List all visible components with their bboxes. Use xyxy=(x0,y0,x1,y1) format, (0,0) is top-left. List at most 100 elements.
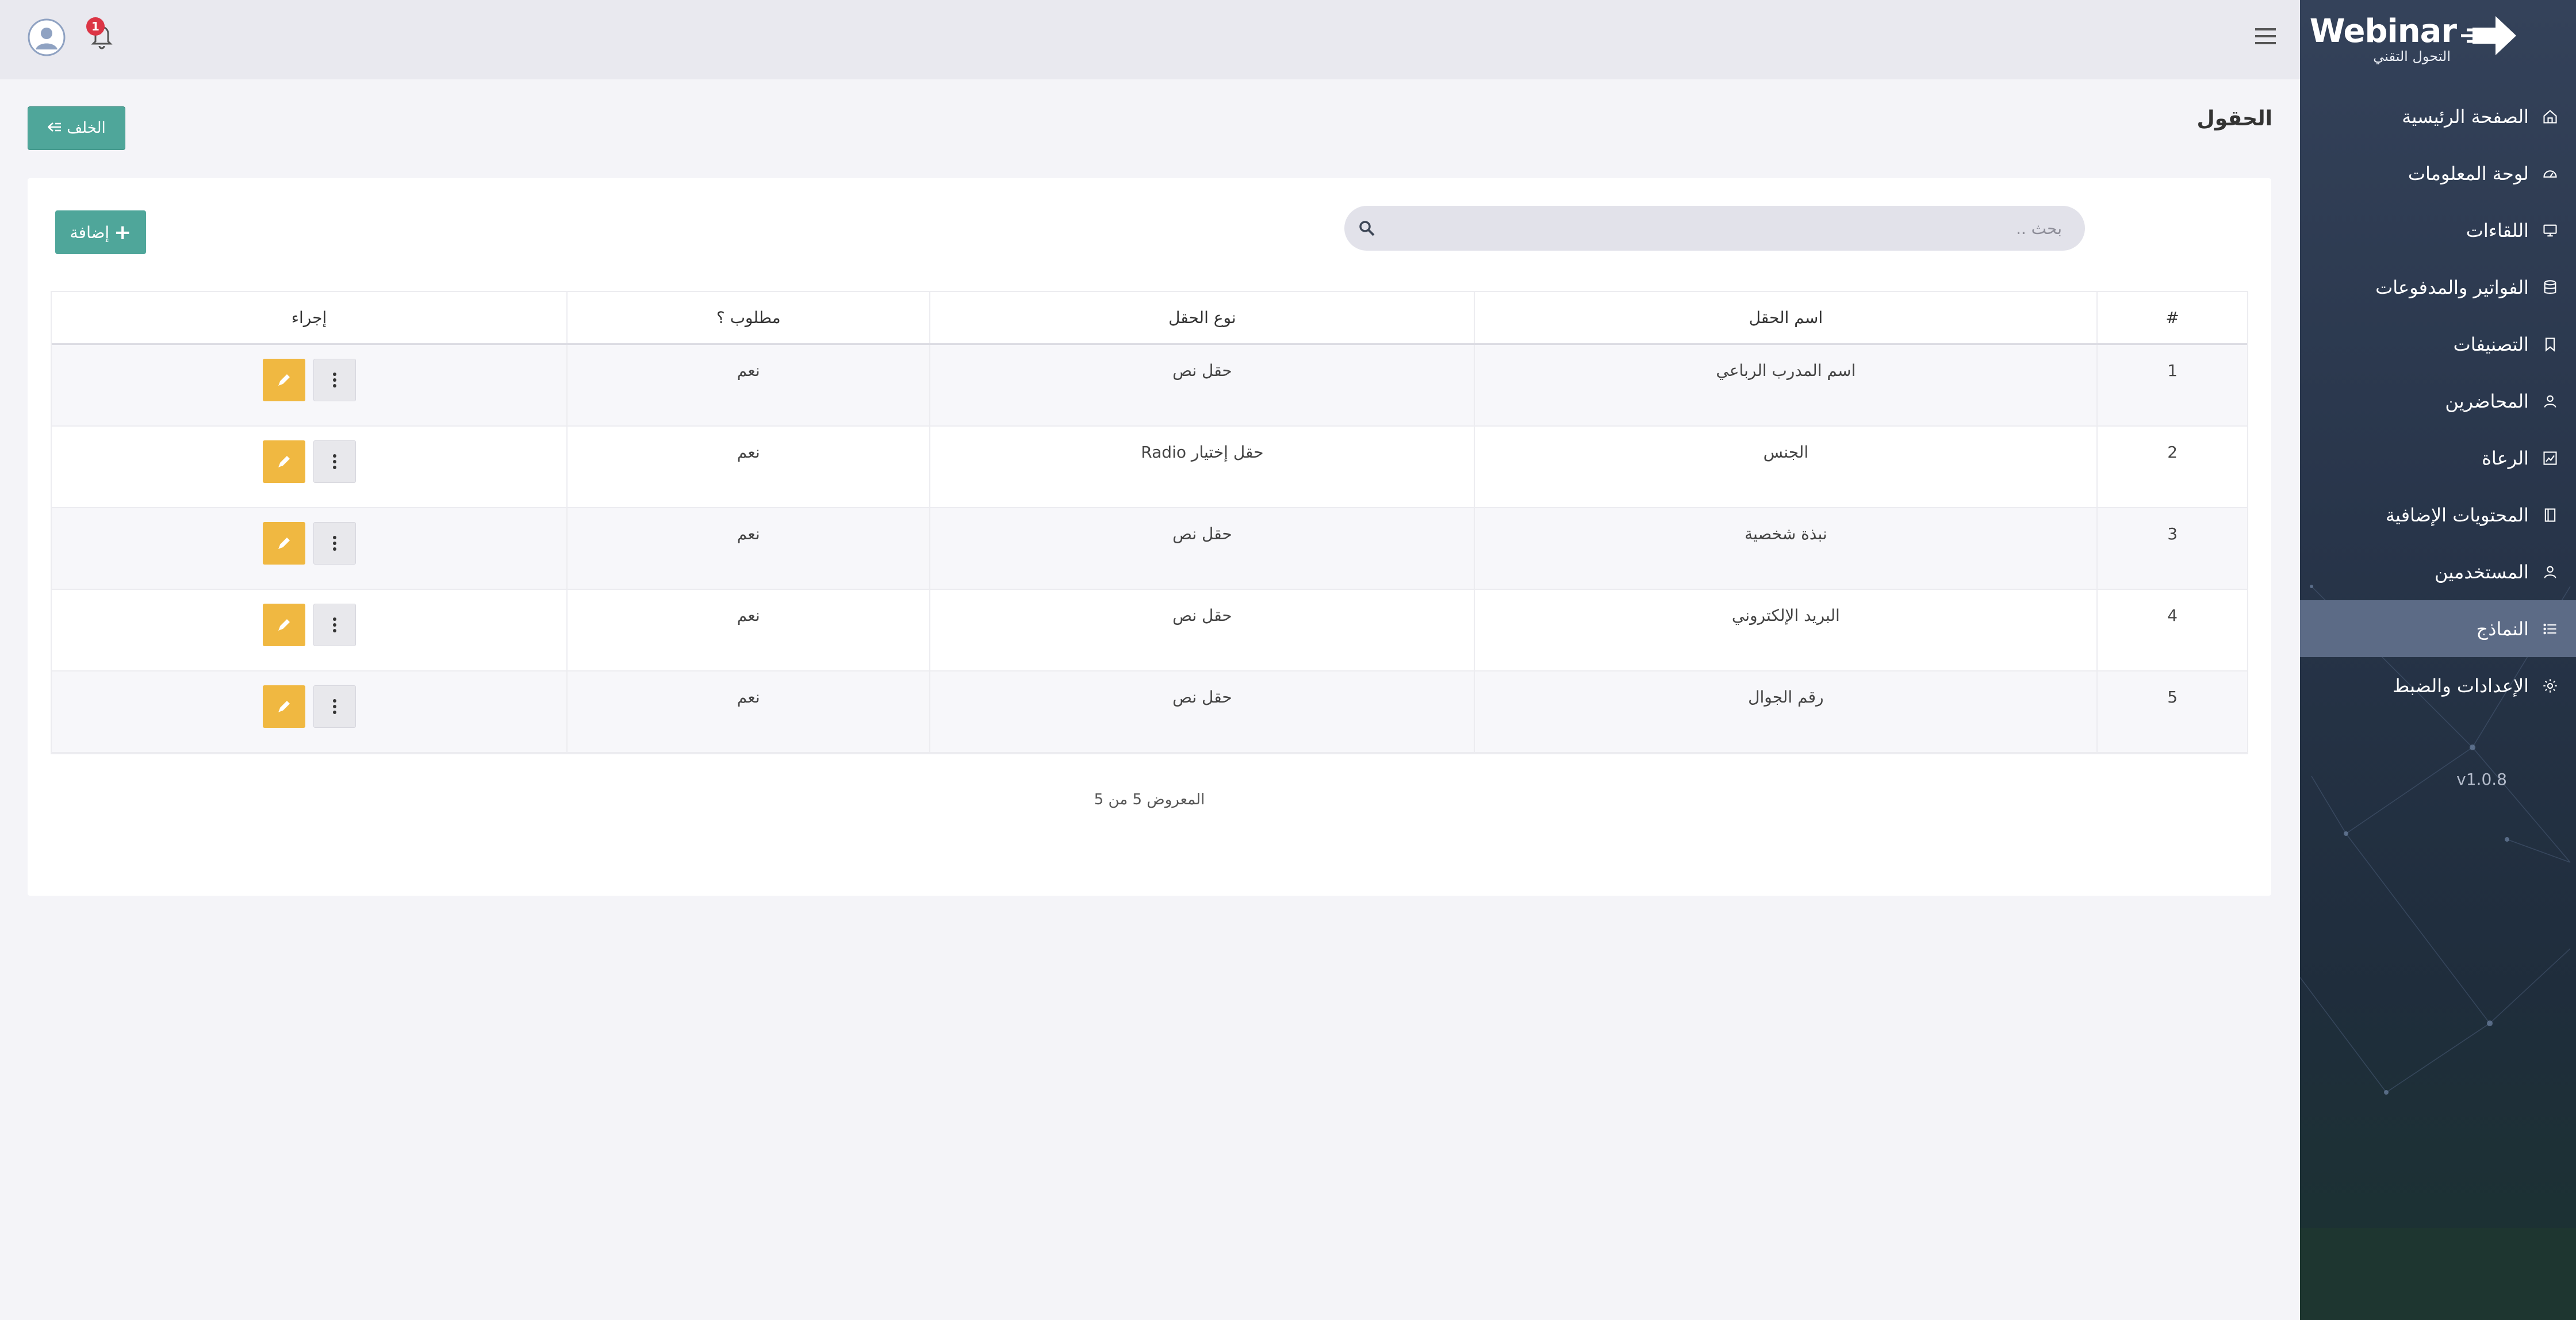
cell-type: حقل نص xyxy=(929,590,1474,670)
add-field-button[interactable]: + إضافة xyxy=(55,210,146,254)
pagination-summary: المعروض 5 من 5 xyxy=(1094,791,1205,808)
more-options-button[interactable] xyxy=(313,359,356,401)
more-options-button[interactable] xyxy=(313,604,356,646)
header-required: مطلوب ؟ xyxy=(566,292,929,343)
sidebar-item-home[interactable]: الصفحة الرئيسية xyxy=(2300,88,2576,145)
cell-required: نعم xyxy=(566,671,929,752)
search-input[interactable] xyxy=(1429,206,2062,251)
sidebar-item-label: الفواتير والمدفوعات xyxy=(2375,276,2529,298)
row-actions xyxy=(262,522,356,589)
cell-required: نعم xyxy=(566,508,929,589)
table-header: # اسم الحقل نوع الحقل مطلوب ؟ إجراء xyxy=(52,292,2247,345)
document-icon xyxy=(2542,506,2559,524)
pencil-icon xyxy=(278,456,290,467)
sidebar-item-label: التصنيفات xyxy=(2453,333,2529,355)
sidebar-item-label: المحاضرين xyxy=(2445,390,2529,412)
more-options-button[interactable] xyxy=(313,440,356,483)
cell-type: حقل نص xyxy=(929,345,1474,425)
cell-type: حقل نص xyxy=(929,671,1474,752)
header-type: نوع الحقل xyxy=(929,292,1474,343)
back-label: الخلف xyxy=(67,120,106,137)
table-row: 5 رقم الجوال حقل نص نعم xyxy=(52,671,2247,753)
vertical-dots-icon xyxy=(332,699,336,714)
fields-table: # اسم الحقل نوع الحقل مطلوب ؟ إجراء 1 اس… xyxy=(51,291,2248,754)
cell-type: حقل نص xyxy=(929,508,1474,589)
sidebar-item-dashboard[interactable]: لوحة المعلومات xyxy=(2300,145,2576,202)
cell-actions xyxy=(52,427,566,507)
cell-name: الجنس xyxy=(1474,427,2096,507)
cell-name: اسم المدرب الرباعي xyxy=(1474,345,2096,425)
sidebar: Webinar التحول التقني الصفحة الرئيسية لو… xyxy=(2300,0,2576,1320)
vertical-dots-icon xyxy=(332,617,336,632)
sidebar-item-forms[interactable]: النماذج xyxy=(2300,600,2576,657)
topbar: 1 xyxy=(0,0,2300,79)
edit-button[interactable] xyxy=(262,522,305,565)
header-num: # xyxy=(2096,292,2247,343)
vertical-dots-icon xyxy=(332,536,336,551)
sidebar-item-extra-content[interactable]: المحتويات الإضافية xyxy=(2300,486,2576,543)
app-version: v1.0.8 xyxy=(2456,770,2507,789)
sidebar-item-label: الصفحة الرئيسية xyxy=(2402,105,2529,128)
sidebar-item-categories[interactable]: التصنيفات xyxy=(2300,316,2576,373)
pencil-icon xyxy=(278,701,290,712)
sidebar-item-lecturers[interactable]: المحاضرين xyxy=(2300,373,2576,429)
edit-button[interactable] xyxy=(262,685,305,728)
header-action: إجراء xyxy=(291,308,327,327)
search-icon[interactable] xyxy=(1358,220,1375,237)
edit-button[interactable] xyxy=(262,604,305,646)
chart-image-icon xyxy=(2542,450,2559,467)
sidebar-item-label: النماذج xyxy=(2476,617,2529,640)
row-actions xyxy=(262,359,356,425)
page-title: الحقول xyxy=(2196,107,2272,131)
edit-button[interactable] xyxy=(262,440,305,483)
database-icon xyxy=(2542,279,2559,296)
cell-required: نعم xyxy=(566,590,929,670)
gear-icon xyxy=(2542,677,2559,694)
sidebar-item-meetings[interactable]: اللقاءات xyxy=(2300,202,2576,259)
dashboard-icon xyxy=(2542,165,2559,182)
sidebar-item-label: المستخدمين xyxy=(2435,561,2529,583)
table-row: 3 نبذة شخصية حقل نص نعم xyxy=(52,508,2247,590)
brand-name: Webinar xyxy=(2309,13,2457,50)
row-actions xyxy=(262,685,356,752)
cell-num: 3 xyxy=(2096,508,2247,589)
sidebar-item-sponsors[interactable]: الرعاة xyxy=(2300,429,2576,486)
fields-card: + إضافة # اسم الحقل نوع الحقل مطلوب ؟ إج… xyxy=(28,178,2271,896)
table-row: 2 الجنس حقل إختيار Radio نعم xyxy=(52,427,2247,508)
cell-num: 2 xyxy=(2096,427,2247,507)
sidebar-item-settings[interactable]: الإعدادات والضبط xyxy=(2300,657,2576,714)
cell-name: نبذة شخصية xyxy=(1474,508,2096,589)
sidebar-item-label: الإعدادات والضبط xyxy=(2392,674,2529,697)
cell-name: البريد الإلكتروني xyxy=(1474,590,2096,670)
cell-actions xyxy=(52,671,566,752)
more-options-button[interactable] xyxy=(313,685,356,728)
more-options-button[interactable] xyxy=(313,522,356,565)
sidebar-item-invoices[interactable]: الفواتير والمدفوعات xyxy=(2300,259,2576,316)
cell-num: 4 xyxy=(2096,590,2247,670)
user-icon xyxy=(2542,563,2559,581)
cell-name: رقم الجوال xyxy=(1474,671,2096,752)
pencil-icon xyxy=(278,538,290,549)
brand-tagline: التحول التقني xyxy=(2373,48,2451,64)
sidebar-item-label: لوحة المعلومات xyxy=(2408,162,2529,185)
sidebar-footer xyxy=(2300,1228,2576,1320)
sidebar-item-users[interactable]: المستخدمين xyxy=(2300,543,2576,600)
back-button[interactable]: الخلف xyxy=(28,106,125,150)
user-avatar[interactable] xyxy=(28,18,66,56)
cell-actions xyxy=(52,345,566,425)
vertical-dots-icon xyxy=(332,454,336,469)
cell-actions xyxy=(52,508,566,589)
back-arrow-icon xyxy=(47,120,62,137)
row-actions xyxy=(262,440,356,507)
edit-button[interactable] xyxy=(262,359,305,401)
list-icon xyxy=(2542,620,2559,638)
cell-type: حقل إختيار Radio xyxy=(929,427,1474,507)
cell-required: نعم xyxy=(566,427,929,507)
plus-icon: + xyxy=(114,220,132,244)
menu-toggle-icon[interactable] xyxy=(2253,26,2278,46)
sidebar-item-label: الرعاة xyxy=(2482,447,2529,469)
sidebar-nav: الصفحة الرئيسية لوحة المعلومات اللقاءات … xyxy=(2300,88,2576,714)
search-bar xyxy=(1344,206,2085,251)
bookmark-icon xyxy=(2542,336,2559,353)
brand-logo[interactable]: Webinar التحول التقني xyxy=(2310,13,2518,64)
